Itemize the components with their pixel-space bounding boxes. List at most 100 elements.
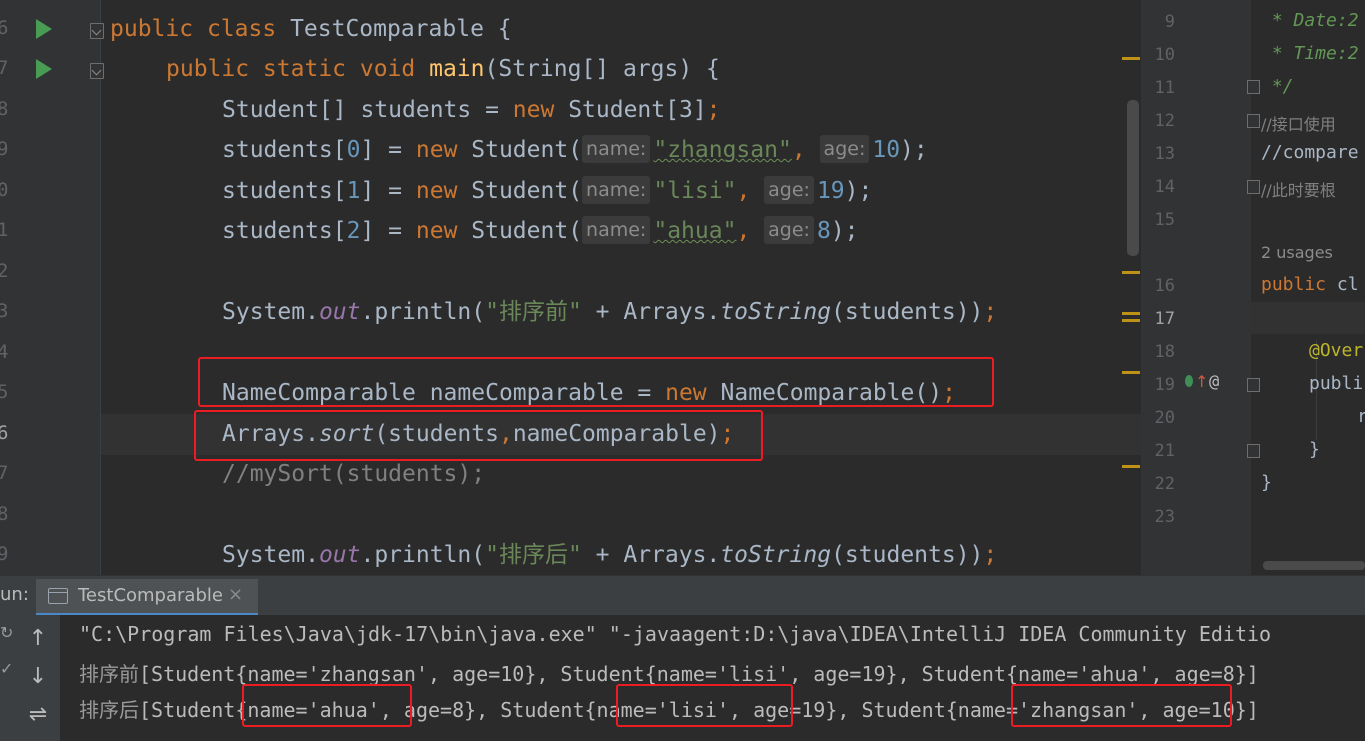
line-number: 3 [0, 300, 9, 322]
code-line-student-1: students[1] = new Student(name: "lisi", a… [222, 176, 873, 204]
tab-testcomparable[interactable]: TestComparable × [36, 579, 258, 616]
implement-method-icon[interactable] [1185, 375, 1193, 387]
scroll-marker [1122, 312, 1140, 315]
rerun-icon[interactable]: ↻ [0, 623, 13, 642]
usages-hint[interactable]: 2 usages [1261, 243, 1333, 262]
run-tool-window-header: un: TestComparable × [0, 575, 1365, 616]
fold-icon[interactable] [1247, 114, 1260, 128]
main-editor[interactable]: 6 7 8 9 0 1 2 3 4 5 6 7 8 9 public class… [0, 0, 1141, 575]
closing-brace: } [1261, 472, 1272, 493]
console-toolbar: ↻ ✓ ↑ ↓ ⇌ [0, 615, 60, 741]
code-line-array-decl: Student[] students = new Student[3]; [222, 97, 721, 123]
line-number: 8 [0, 503, 9, 525]
line-number: 1 [0, 219, 9, 241]
scroll-marker [1122, 465, 1140, 468]
fold-icon[interactable] [1247, 80, 1260, 94]
line-number: 9 [1164, 12, 1175, 32]
param-hint-name: name: [582, 216, 651, 244]
highlight-box-comparator-decl [198, 357, 994, 407]
line-number: 9 [0, 543, 9, 565]
param-hint-age: age: [764, 176, 814, 204]
run-class-icon[interactable] [36, 19, 52, 39]
line-number: 6 [0, 17, 9, 39]
line-number: 12 [1154, 111, 1175, 131]
code-line-print-before: System.out.println("排序前" + Arrays.toStri… [222, 299, 998, 325]
param-hint-name: name: [582, 176, 651, 204]
close-icon[interactable]: × [228, 584, 243, 605]
editor-gutter: 6 7 8 9 0 1 2 3 4 5 6 7 8 9 [0, 0, 104, 575]
code-line-return: r [1357, 406, 1365, 427]
line-number: 16 [1154, 276, 1175, 296]
code-line-method-decl: publi [1309, 373, 1364, 394]
console-line-command: "C:\Program Files\Java\jdk-17\bin\java.e… [79, 622, 1272, 646]
run-label: un: [0, 584, 29, 605]
line-number: 4 [0, 341, 9, 363]
down-arrow-icon[interactable]: ↓ [24, 663, 52, 691]
soft-wrap-icon[interactable]: ⇌ [24, 701, 52, 729]
code-line-class-decl: public class TestComparable { [110, 16, 512, 42]
highlight-box-ahua [242, 684, 412, 727]
line-number: 7 [0, 57, 9, 79]
line-number: 2 [0, 260, 9, 282]
code-line-student-2: students[2] = new Student(name: "ahua", a… [222, 216, 859, 244]
stop-icon[interactable]: ✓ [0, 659, 13, 678]
fold-icon[interactable] [1247, 180, 1260, 194]
fold-icon[interactable] [90, 63, 104, 79]
line-comment: //此时要根 [1261, 181, 1336, 200]
line-number: 6 [0, 422, 9, 444]
code-line-class-decl: public cl [1261, 274, 1359, 295]
vertical-scrollbar[interactable] [1127, 100, 1139, 256]
line-number: 14 [1154, 177, 1175, 197]
code-line-print-after: System.out.println("排序后" + Arrays.toStri… [222, 542, 998, 568]
doc-comment-time: * Time:2 [1261, 43, 1359, 64]
override-icon[interactable]: @ [1209, 372, 1219, 392]
line-number: 21 [1154, 441, 1175, 461]
highlight-box-lisi [616, 684, 793, 727]
scroll-marker [1122, 271, 1140, 274]
doc-comment-end: */ [1261, 76, 1294, 97]
param-hint-age: age: [764, 216, 814, 244]
line-number: 9 [0, 138, 9, 160]
up-arrow-icon[interactable]: ↑ [24, 625, 52, 653]
line-number: 15 [1154, 210, 1175, 230]
arrow-up-icon: ↑ [1195, 372, 1209, 391]
line-comment: //接口使用 [1261, 115, 1336, 134]
line-comment: //compare [1261, 142, 1359, 163]
line-number: 11 [1154, 78, 1175, 98]
line-number: 13 [1154, 144, 1175, 164]
run-main-icon[interactable] [36, 59, 52, 79]
line-number: 17 [1154, 309, 1175, 329]
doc-comment-date: * Date:2 [1261, 10, 1359, 31]
console-line-before: 排序前[Student{name='zhangsan', age=10}, St… [79, 662, 1259, 686]
line-number: 22 [1154, 474, 1175, 494]
side-editor[interactable]: 9 10 11 12 13 14 15 16 17 18 19 20 21 22… [1141, 0, 1365, 575]
line-number: 19 [1154, 375, 1175, 395]
console-icon [48, 588, 68, 604]
scroll-marker [1122, 57, 1140, 60]
run-console[interactable]: ↻ ✓ ↑ ↓ ⇌ "C:\Program Files\Java\jdk-17\… [0, 615, 1365, 741]
tab-label: TestComparable [78, 585, 223, 606]
caret-line-highlight [1251, 302, 1365, 334]
highlight-box-sort-call [194, 410, 763, 461]
horizontal-scrollbar[interactable] [1263, 561, 1365, 570]
scroll-marker [1122, 371, 1140, 374]
fold-icon[interactable] [90, 23, 104, 39]
line-number: 8 [0, 98, 9, 120]
line-number: 10 [1154, 45, 1175, 65]
param-hint-name: name: [582, 135, 651, 163]
code-line-student-0: students[0] = new Student(name: "zhangsan… [222, 135, 928, 163]
line-number: 5 [0, 381, 9, 403]
code-line-main-decl: public static void main(String[] args) { [166, 56, 720, 82]
line-number: 23 [1154, 507, 1175, 527]
line-number: 18 [1154, 342, 1175, 362]
side-editor-gutter: 9 10 11 12 13 14 15 16 17 18 19 20 21 22… [1141, 0, 1260, 575]
param-hint-age: age: [819, 135, 870, 163]
line-number: 20 [1154, 408, 1175, 428]
scroll-marker [1122, 319, 1140, 322]
line-number: 0 [0, 179, 9, 201]
fold-icon[interactable] [1247, 378, 1260, 392]
annotation-override: @Over [1309, 340, 1364, 361]
line-number: 7 [0, 462, 9, 484]
closing-brace: } [1309, 439, 1320, 460]
fold-icon[interactable] [1247, 444, 1260, 458]
